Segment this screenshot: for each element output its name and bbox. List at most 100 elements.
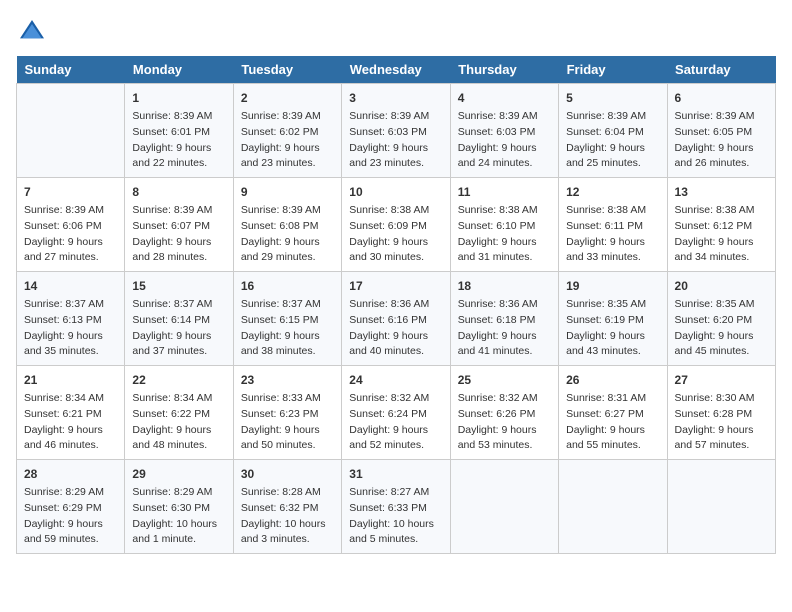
- day-info-line: Sunrise: 8:32 AM: [458, 391, 551, 407]
- day-info-line: Sunrise: 8:28 AM: [241, 485, 334, 501]
- day-number: 7: [24, 183, 117, 201]
- day-info-line: Sunrise: 8:30 AM: [675, 391, 768, 407]
- day-info-line: Daylight: 9 hours: [675, 329, 768, 345]
- weekday-header-row: SundayMondayTuesdayWednesdayThursdayFrid…: [17, 56, 776, 84]
- day-info-line: Sunset: 6:20 PM: [675, 313, 768, 329]
- day-number: 18: [458, 277, 551, 295]
- calendar-day-cell: [450, 460, 558, 554]
- day-info-line: Sunset: 6:04 PM: [566, 125, 659, 141]
- calendar-day-cell: 17Sunrise: 8:36 AMSunset: 6:16 PMDayligh…: [342, 272, 450, 366]
- day-info-line: Sunrise: 8:39 AM: [349, 109, 442, 125]
- day-info-line: Daylight: 10 hours: [349, 517, 442, 533]
- day-number: 12: [566, 183, 659, 201]
- day-info-line: Daylight: 9 hours: [132, 423, 225, 439]
- day-number: 5: [566, 89, 659, 107]
- calendar-week-row: 7Sunrise: 8:39 AMSunset: 6:06 PMDaylight…: [17, 178, 776, 272]
- day-info-line: Sunset: 6:30 PM: [132, 501, 225, 517]
- day-number: 14: [24, 277, 117, 295]
- calendar-day-cell: 27 Sunrise: 8:30 AMSunset: 6:28 PMDayligh…: [667, 366, 775, 460]
- day-number: 3: [349, 89, 442, 107]
- day-info-line: Sunrise: 8:31 AM: [566, 391, 659, 407]
- day-info-line: Daylight: 9 hours: [566, 329, 659, 345]
- day-info-line: Sunrise: 8:35 AM: [675, 297, 768, 313]
- day-info-line: Sunset: 6:01 PM: [132, 125, 225, 141]
- day-info-line: Sunrise: 8:38 AM: [349, 203, 442, 219]
- day-info-line: Daylight: 9 hours: [566, 235, 659, 251]
- day-info-line: Daylight: 9 hours: [24, 329, 117, 345]
- day-info-line: Sunrise: 8:35 AM: [566, 297, 659, 313]
- day-info-line: and 24 minutes.: [458, 156, 551, 172]
- calendar-day-cell: 28Sunrise: 8:29 AMSunset: 6:29 PMDayligh…: [17, 460, 125, 554]
- calendar-day-cell: 4Sunrise: 8:39 AMSunset: 6:03 PMDaylight…: [450, 84, 558, 178]
- day-info-line: Sunset: 6:33 PM: [349, 501, 442, 517]
- day-info-line: Sunset: 6:23 PM: [241, 407, 334, 423]
- day-info-line: and 38 minutes.: [241, 344, 334, 360]
- day-info-line: and 25 minutes.: [566, 156, 659, 172]
- calendar-day-cell: 29Sunrise: 8:29 AMSunset: 6:30 PMDayligh…: [125, 460, 233, 554]
- day-info-line: Sunrise: 8:39 AM: [24, 203, 117, 219]
- calendar-week-row: 21Sunrise: 8:34 AMSunset: 6:21 PMDayligh…: [17, 366, 776, 460]
- day-info-line: and 59 minutes.: [24, 532, 117, 548]
- day-info-line: Sunset: 6:03 PM: [349, 125, 442, 141]
- day-number: 15: [132, 277, 225, 295]
- day-info-line: Daylight: 9 hours: [241, 329, 334, 345]
- day-info-line: and 26 minutes.: [675, 156, 768, 172]
- day-info-line: Sunrise: 8:34 AM: [24, 391, 117, 407]
- calendar-day-cell: 12Sunrise: 8:38 AMSunset: 6:11 PMDayligh…: [559, 178, 667, 272]
- day-info-line: and 34 minutes.: [675, 250, 768, 266]
- day-info-line: Sunset: 6:26 PM: [458, 407, 551, 423]
- day-info-line: Sunset: 6:28 PM: [675, 407, 768, 423]
- day-info-line: and 31 minutes.: [458, 250, 551, 266]
- day-info-line: Sunset: 6:27 PM: [566, 407, 659, 423]
- calendar-day-cell: 5Sunrise: 8:39 AMSunset: 6:04 PMDaylight…: [559, 84, 667, 178]
- day-info-line: and 23 minutes.: [241, 156, 334, 172]
- calendar-week-row: 1Sunrise: 8:39 AMSunset: 6:01 PMDaylight…: [17, 84, 776, 178]
- day-info-line: Daylight: 10 hours: [241, 517, 334, 533]
- day-info-line: and 41 minutes.: [458, 344, 551, 360]
- calendar-day-cell: 31Sunrise: 8:27 AMSunset: 6:33 PMDayligh…: [342, 460, 450, 554]
- day-info-line: Sunrise: 8:39 AM: [132, 203, 225, 219]
- day-info-line: and 22 minutes.: [132, 156, 225, 172]
- day-info-line: Sunrise: 8:36 AM: [349, 297, 442, 313]
- day-info-line: Daylight: 9 hours: [566, 423, 659, 439]
- day-info-line: Daylight: 9 hours: [132, 235, 225, 251]
- day-info-line: Sunset: 6:14 PM: [132, 313, 225, 329]
- day-number: 10: [349, 183, 442, 201]
- weekday-header-monday: Monday: [125, 56, 233, 84]
- day-info-line: Sunset: 6:09 PM: [349, 219, 442, 235]
- day-info-line: Sunrise: 8:39 AM: [566, 109, 659, 125]
- day-info-line: Daylight: 9 hours: [675, 423, 768, 439]
- day-number: 27: [675, 371, 768, 389]
- day-info-line: Sunrise: 8:27 AM: [349, 485, 442, 501]
- calendar-day-cell: 24Sunrise: 8:32 AMSunset: 6:24 PMDayligh…: [342, 366, 450, 460]
- day-number: 4: [458, 89, 551, 107]
- day-number: 1: [132, 89, 225, 107]
- day-info-line: Daylight: 9 hours: [24, 235, 117, 251]
- day-info-line: and 27 minutes.: [24, 250, 117, 266]
- day-info-line: Sunrise: 8:39 AM: [241, 109, 334, 125]
- calendar-week-row: 14Sunrise: 8:37 AMSunset: 6:13 PMDayligh…: [17, 272, 776, 366]
- day-number: 16: [241, 277, 334, 295]
- day-info-line: Sunset: 6:18 PM: [458, 313, 551, 329]
- day-info-line: Sunset: 6:05 PM: [675, 125, 768, 141]
- day-info-line: and 33 minutes.: [566, 250, 659, 266]
- day-info-line: Sunset: 6:24 PM: [349, 407, 442, 423]
- day-info-line: Daylight: 9 hours: [458, 329, 551, 345]
- day-info-line: Sunrise: 8:33 AM: [241, 391, 334, 407]
- calendar-day-cell: 19Sunrise: 8:35 AMSunset: 6:19 PMDayligh…: [559, 272, 667, 366]
- day-info-line: and 45 minutes.: [675, 344, 768, 360]
- day-info-line: and 3 minutes.: [241, 532, 334, 548]
- calendar-day-cell: 8Sunrise: 8:39 AMSunset: 6:07 PMDaylight…: [125, 178, 233, 272]
- day-info-line: Sunset: 6:22 PM: [132, 407, 225, 423]
- day-info-line: Sunrise: 8:38 AM: [458, 203, 551, 219]
- day-number: 13: [675, 183, 768, 201]
- day-info-line: Sunrise: 8:38 AM: [566, 203, 659, 219]
- day-number: 25: [458, 371, 551, 389]
- day-info-line: and 5 minutes.: [349, 532, 442, 548]
- calendar-day-cell: 7Sunrise: 8:39 AMSunset: 6:06 PMDaylight…: [17, 178, 125, 272]
- calendar-day-cell: 2Sunrise: 8:39 AMSunset: 6:02 PMDaylight…: [233, 84, 341, 178]
- day-number: 26: [566, 371, 659, 389]
- weekday-header-thursday: Thursday: [450, 56, 558, 84]
- weekday-header-sunday: Sunday: [17, 56, 125, 84]
- calendar-day-cell: 3Sunrise: 8:39 AMSunset: 6:03 PMDaylight…: [342, 84, 450, 178]
